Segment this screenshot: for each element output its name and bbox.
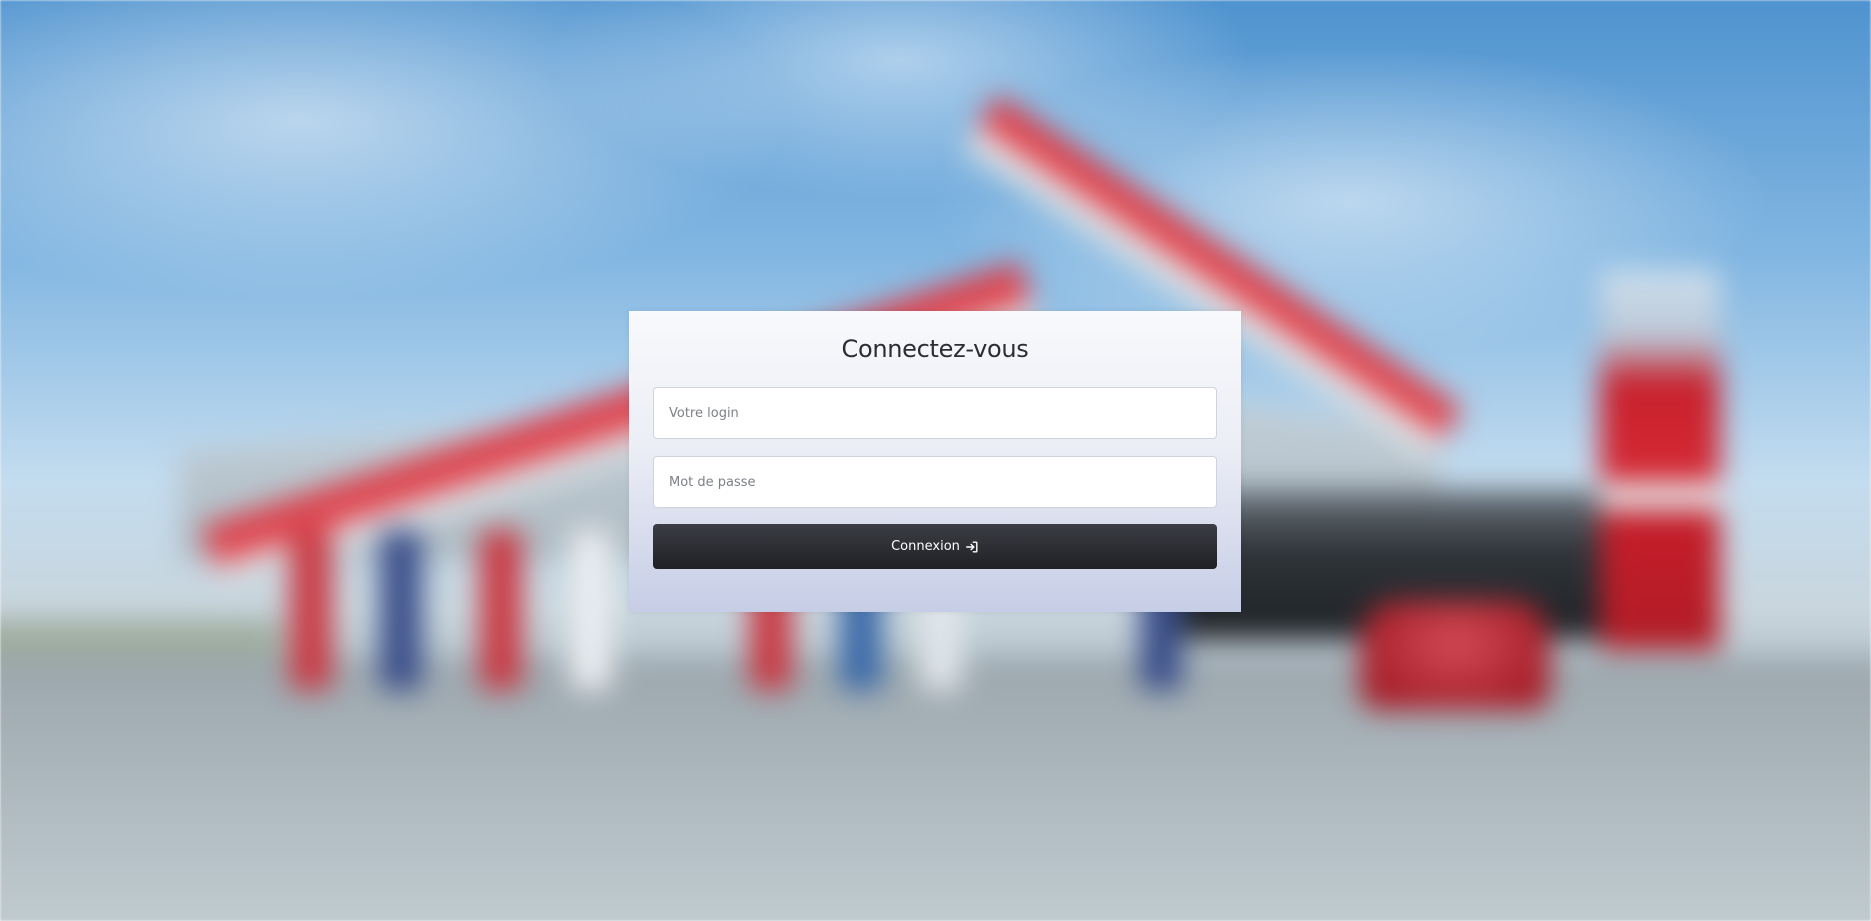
login-title: Connectez-vous [841, 335, 1029, 363]
login-input[interactable] [653, 387, 1217, 439]
password-input[interactable] [653, 456, 1217, 508]
login-button[interactable]: Connexion [653, 524, 1217, 569]
login-button-label: Connexion [891, 539, 960, 554]
sign-in-icon [965, 540, 979, 554]
login-card: Connectez-vous Connexion [629, 311, 1241, 612]
